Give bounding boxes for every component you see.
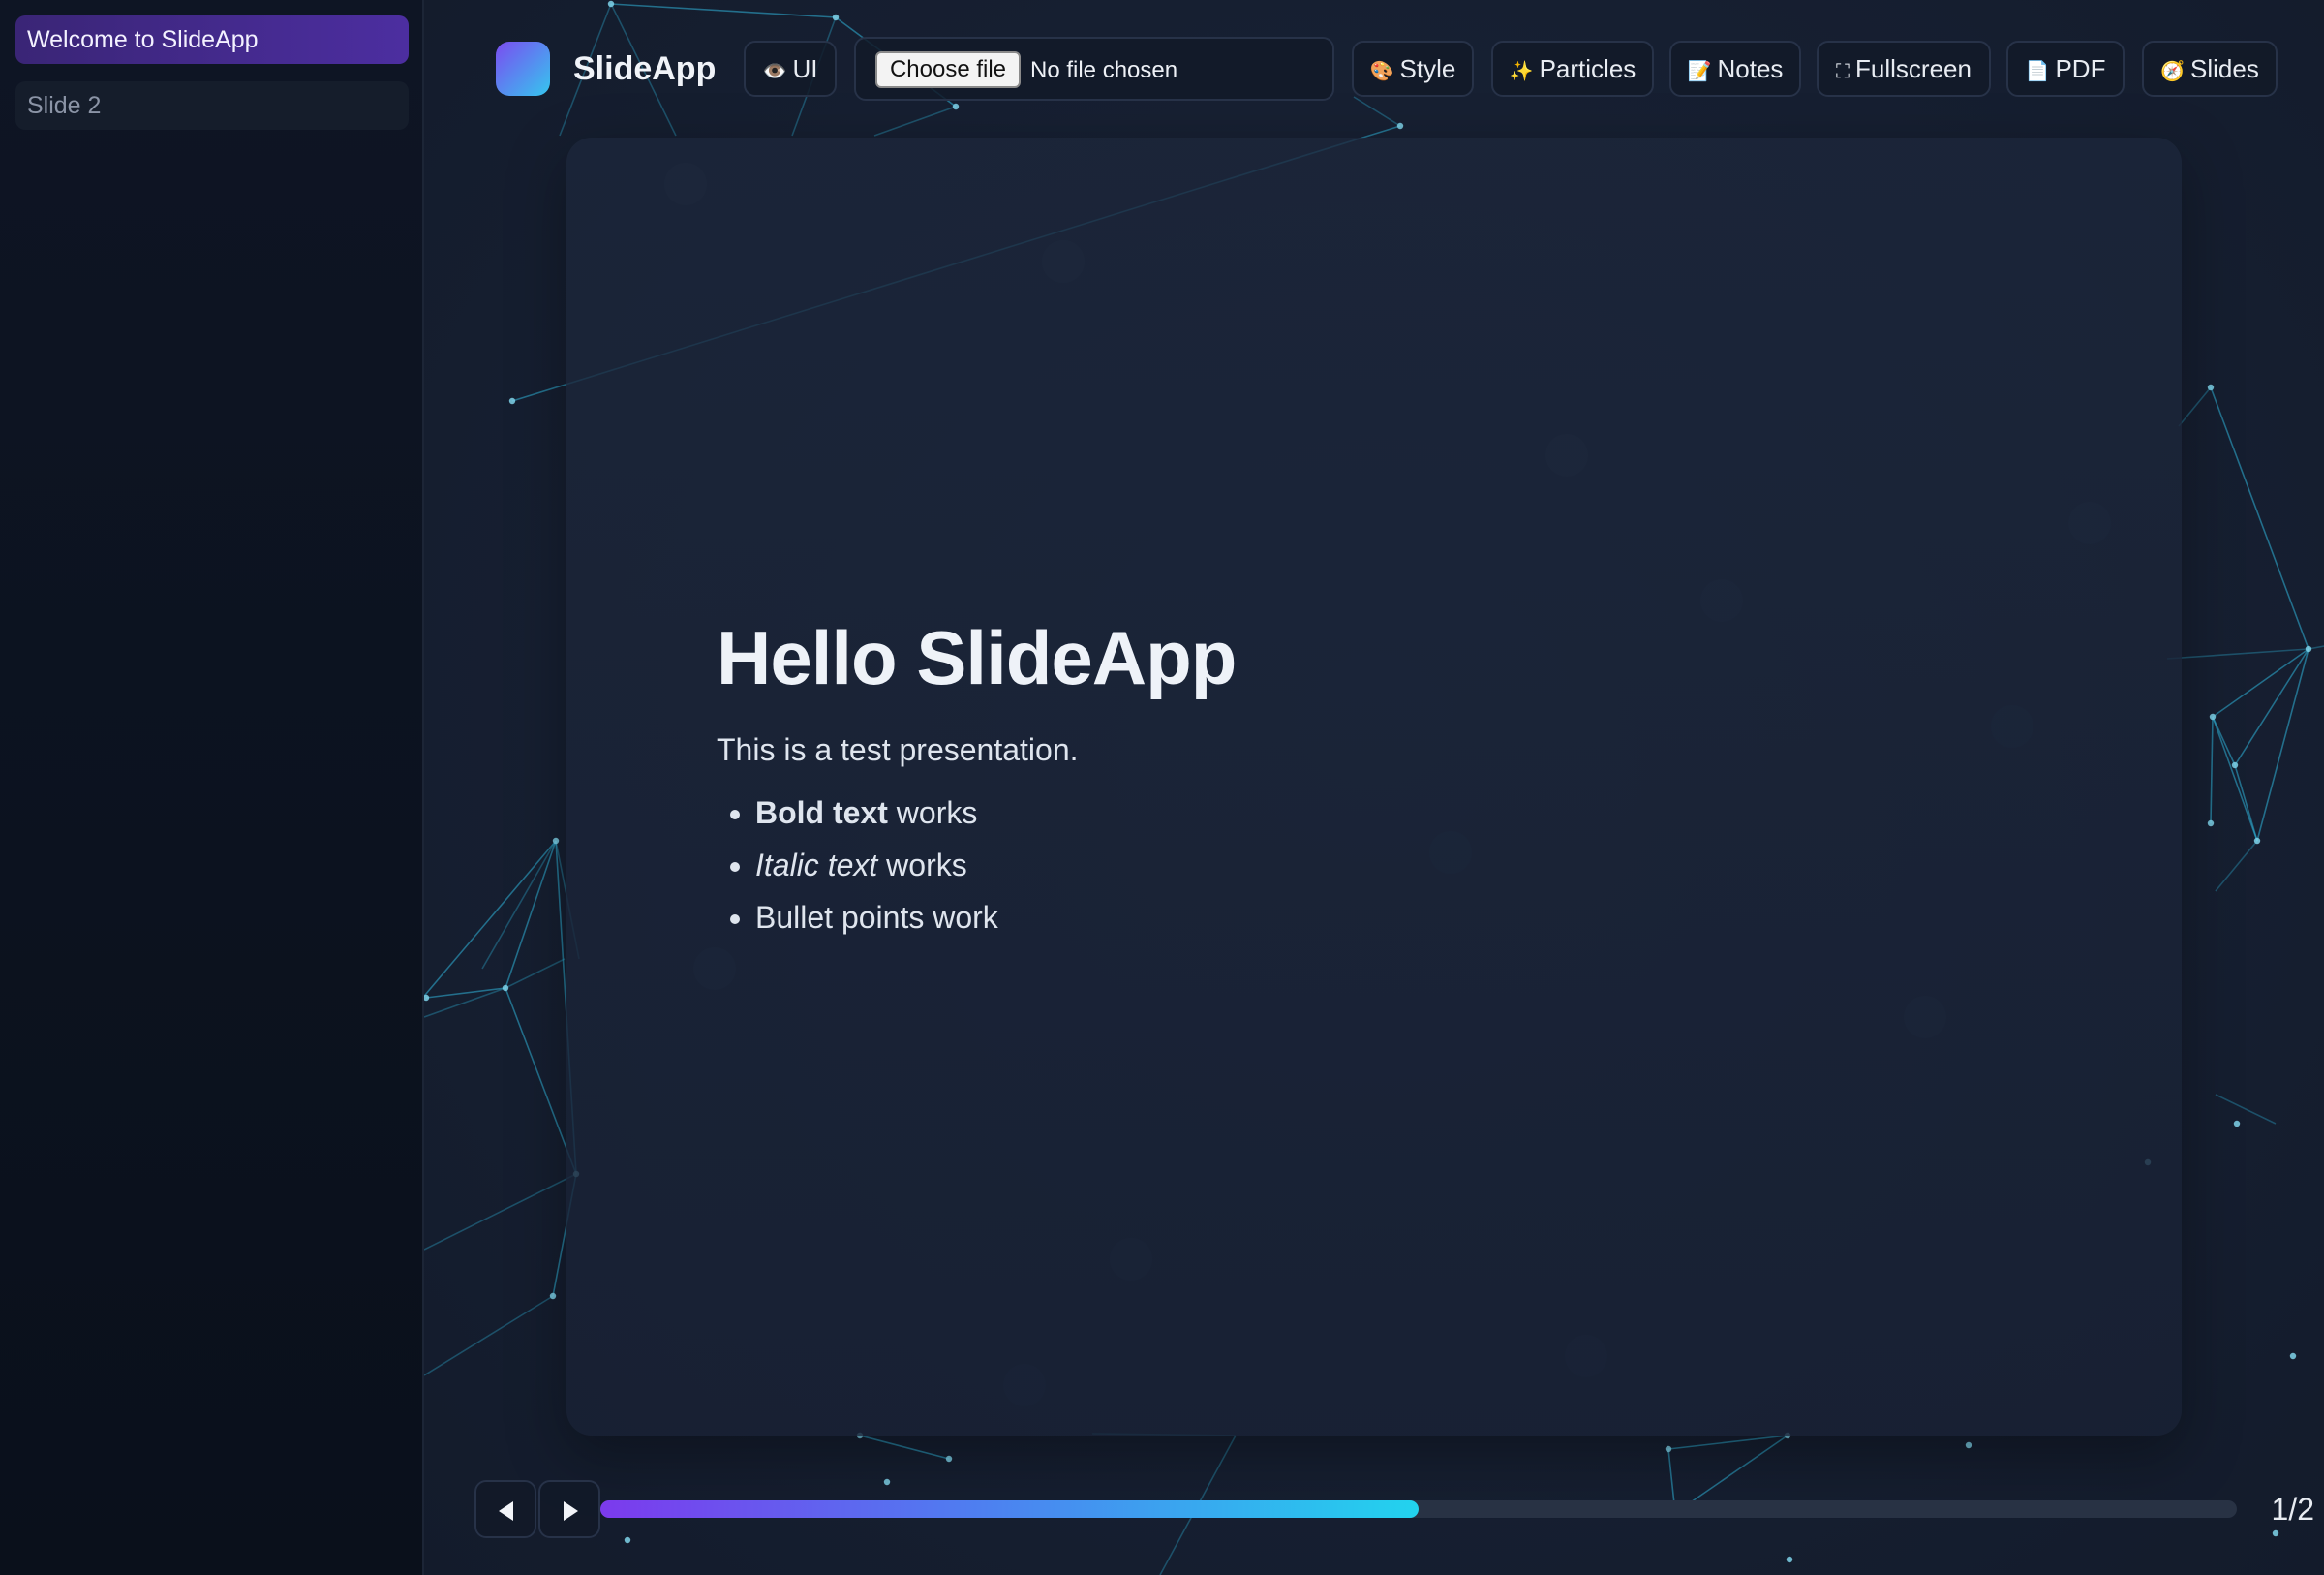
particle-dot — [508, 397, 516, 405]
particle-link — [2212, 716, 2258, 842]
particles-button[interactable]: ✨ Particles — [1491, 41, 1654, 97]
document-icon: 📄 — [2025, 61, 2050, 82]
palette-icon: 🎨 — [1369, 61, 1394, 82]
particle-link — [2210, 716, 2214, 824]
app-logo — [496, 42, 550, 96]
particle-dot — [1665, 1445, 1672, 1453]
main-stage: Hello SlideApp This is a test presentati… — [424, 0, 2324, 1575]
particle-dot — [883, 1478, 891, 1486]
fullscreen-button[interactable]: ⛶ Fullscreen — [1817, 41, 1991, 97]
particle-dot — [2231, 761, 2239, 769]
compass-icon: 🧭 — [2160, 61, 2186, 82]
app-root: Welcome to SlideApp Slide 2 Hello SlideA… — [0, 0, 2324, 1575]
particle-dot — [424, 994, 430, 1002]
file-input[interactable]: Choose file No file chosen — [854, 37, 1334, 101]
particle-link — [424, 840, 557, 998]
particle-dot — [2209, 713, 2217, 721]
slide-card: Hello SlideApp This is a test presentati… — [566, 138, 2182, 1436]
fullscreen-icon: ⛶ — [1836, 61, 1850, 82]
ui-toggle-button[interactable]: 👁️ UI — [744, 41, 837, 97]
bold-text: Bold text — [755, 795, 888, 830]
app-name: SlideApp — [573, 50, 717, 87]
particle-dot — [1965, 1441, 1972, 1449]
particle-dot — [502, 984, 509, 992]
eye-icon: 👁️ — [762, 61, 787, 82]
particle-link — [2215, 840, 2258, 892]
slide-sidebar: Welcome to SlideApp Slide 2 — [0, 0, 424, 1575]
particle-dot — [2253, 837, 2261, 845]
particle-dot — [2207, 819, 2215, 827]
particle-dot — [624, 1536, 631, 1544]
particle-link — [2212, 648, 2309, 718]
slide-title: Hello SlideApp — [717, 615, 1237, 700]
slide-content: Hello SlideApp This is a test presentati… — [717, 610, 1237, 943]
particle-link — [2256, 648, 2309, 842]
particle-dot — [2207, 384, 2215, 391]
pdf-button[interactable]: 📄 PDF — [2006, 41, 2125, 97]
notes-button[interactable]: 📝 Notes — [1669, 41, 1801, 97]
slide-paragraph: This is a test presentation. — [717, 732, 1079, 767]
sidebar-item-welcome[interactable]: Welcome to SlideApp — [15, 15, 409, 64]
page-counter: 1/2 — [2271, 1492, 2314, 1527]
particle-link — [2234, 648, 2309, 766]
sidebar-item-label: Welcome to SlideApp — [27, 26, 259, 53]
particle-link — [859, 1435, 950, 1460]
particle-dot — [552, 837, 560, 845]
particle-dot — [2289, 1352, 2297, 1360]
previous-slide-button[interactable] — [474, 1480, 536, 1538]
sparkles-icon: ✨ — [1509, 61, 1534, 82]
particle-dot — [2233, 1120, 2241, 1127]
particle-link — [424, 1173, 577, 1251]
particle-link — [2178, 386, 2212, 427]
particle-link — [2215, 1094, 2277, 1125]
slides-button[interactable]: 🧭 Slides — [2142, 41, 2278, 97]
progress-fill — [600, 1500, 1419, 1518]
triangle-left-icon — [499, 1501, 513, 1521]
particle-link — [424, 1295, 554, 1376]
file-status-text: No file chosen — [1030, 57, 1178, 83]
slide-bullet-list: Bold text works Italic text works Bullet… — [717, 787, 1236, 943]
list-item: Bold text works — [755, 787, 1236, 839]
particle-dot — [2305, 645, 2312, 653]
slide-progress-bar[interactable] — [600, 1500, 2237, 1518]
triangle-right-icon — [564, 1501, 578, 1521]
next-slide-button[interactable] — [538, 1480, 600, 1538]
particle-dot — [2272, 1529, 2279, 1537]
list-item: Italic text works — [755, 839, 1236, 891]
particle-dot — [549, 1292, 557, 1300]
particle-link — [2210, 386, 2309, 650]
toolbar: SlideApp 👁️ UI Choose file No file chosen… — [424, 0, 2324, 136]
sidebar-item-slide-2[interactable]: Slide 2 — [15, 81, 409, 130]
choose-file-button[interactable]: Choose file — [875, 51, 1021, 88]
style-button[interactable]: 🎨 Style — [1352, 41, 1474, 97]
particle-dot — [1786, 1556, 1793, 1563]
list-item: Bullet points work — [755, 891, 1236, 943]
particle-link — [2166, 648, 2309, 660]
sidebar-item-label: Slide 2 — [27, 92, 102, 119]
italic-text: Italic text — [755, 848, 878, 882]
memo-icon: 📝 — [1687, 61, 1712, 82]
particle-dot — [945, 1455, 953, 1463]
